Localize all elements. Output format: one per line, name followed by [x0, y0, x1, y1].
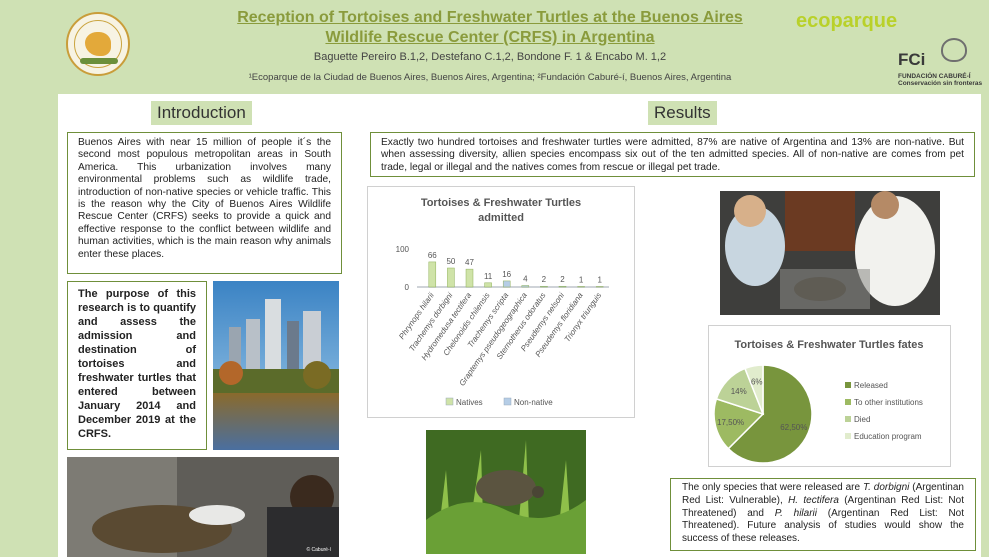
legend-label: Died: [854, 415, 870, 424]
bar: [484, 282, 492, 288]
veterinarians-photo: [720, 191, 940, 315]
data-label: 4: [523, 274, 528, 283]
bar-chart-title-line-1: Tortoises & Freshwater Turtles: [421, 197, 581, 209]
rescue-center-logo: [66, 12, 130, 76]
bar-chart-title-line-2: admitted: [478, 212, 524, 224]
right-margin-band: [981, 94, 989, 557]
data-label: 16: [502, 270, 511, 279]
introduction-heading: Introduction: [151, 101, 252, 125]
pie-chart-marks: 62,50% 17,50% 14% 6% Released To other instit…: [713, 364, 923, 464]
data-label: 11: [484, 272, 493, 281]
admitted-bar-chart: Tortoises & Freshwater Turtles admitted …: [367, 186, 635, 418]
left-margin-band: [0, 94, 58, 557]
fci-tagline: Conservación sin fronteras: [898, 80, 983, 87]
veterinarians-illustration: [720, 191, 940, 315]
title-line-1: Reception of Tortoises and Freshwater Tu…: [237, 9, 743, 26]
fci-foundation-name: FUNDACIÓN CABURÉ-Í: [898, 73, 971, 80]
slice-label: 14%: [731, 387, 747, 396]
bar: [502, 280, 511, 288]
leaf-icon: [80, 58, 118, 64]
results-heading: Results: [648, 101, 717, 125]
conclusion-text: The only species that were released are …: [670, 478, 976, 551]
poster-title: Reception of Tortoises and Freshwater Tu…: [160, 8, 820, 48]
treatment-illustration: [67, 457, 339, 557]
legend-label: Non-native: [514, 398, 553, 407]
bar: [428, 261, 437, 288]
pie-chart-svg: Tortoises & Freshwater Turtles fates 62,…: [713, 339, 924, 464]
slice-label: 17,50%: [717, 418, 744, 427]
data-label: 1: [597, 276, 602, 285]
legend-swatch: [445, 397, 454, 406]
results-text: Exactly two hundred tortoises and freshw…: [370, 132, 975, 177]
species-name: P. hilarii: [774, 507, 817, 519]
turtle-in-grass-photo: [426, 430, 586, 554]
slice-label: 62,50%: [780, 423, 807, 432]
introduction-text: Buenos Aires with near 15 million of peo…: [67, 132, 342, 274]
bar: [540, 285, 548, 288]
legend-swatch: [845, 399, 851, 405]
affiliations: ¹Ecoparque de la Ciudad de Buenos Aires,…: [248, 72, 732, 83]
data-label: 1: [579, 276, 584, 285]
legend-label: Natives: [456, 398, 483, 407]
legend-swatch: [845, 382, 851, 388]
owl-icon: [941, 38, 967, 62]
species-name: H. tectifera: [788, 494, 839, 506]
conclusion-part: The only species that were released are: [682, 482, 863, 493]
purpose-statement: The purpose of this research is to quant…: [67, 281, 207, 450]
y-tick-label: 0: [405, 283, 410, 292]
legend-swatch: [845, 416, 851, 422]
title-line-2: Wildlife Rescue Center (CRFS) in Argenti…: [325, 29, 655, 46]
data-label: 2: [542, 275, 547, 284]
bird-icon: [85, 32, 111, 56]
data-label: 50: [446, 257, 455, 266]
turtle-treatment-photo: © Caburé-í: [67, 457, 339, 557]
species-name: T. dorbigni: [862, 482, 910, 493]
bar: [465, 268, 474, 288]
fci-logo: FCi: [898, 50, 926, 69]
bar: [521, 285, 530, 288]
bar: [558, 285, 567, 288]
data-label: 2: [560, 275, 565, 284]
legend-label: Released: [854, 381, 888, 390]
pie-chart-title: Tortoises & Freshwater Turtles fates: [734, 339, 923, 351]
legend-swatch: [503, 397, 512, 406]
buenos-aires-city-photo: [213, 281, 339, 450]
fci-logo-subtitle: FUNDACIÓN CABURÉ-Í Conservación sin fron…: [898, 73, 982, 87]
bar-chart-svg: Tortoises & Freshwater Turtles admitted …: [396, 197, 609, 407]
authors: Baguette Pereiro B.1,2, Destefano C.1,2,…: [313, 51, 667, 63]
fates-pie-chart: Tortoises & Freshwater Turtles fates 62,…: [708, 325, 951, 467]
bar-chart-marks: 010066Phrynops hilarii50Trachemys dorbig…: [396, 245, 609, 407]
data-label: 47: [465, 258, 474, 267]
y-tick-label: 100: [396, 245, 410, 254]
legend-label: To other institutions: [854, 398, 923, 407]
legend-swatch: [845, 433, 851, 439]
bar: [447, 267, 455, 288]
photo-credit: © Caburé-í: [306, 547, 331, 553]
slice-label: 6%: [751, 377, 763, 386]
data-label: 66: [428, 251, 437, 260]
legend-label: Education program: [854, 432, 922, 441]
grass-illustration: [426, 430, 586, 554]
ecoparque-logo: ecoparque: [796, 10, 898, 32]
city-illustration: [213, 281, 339, 450]
